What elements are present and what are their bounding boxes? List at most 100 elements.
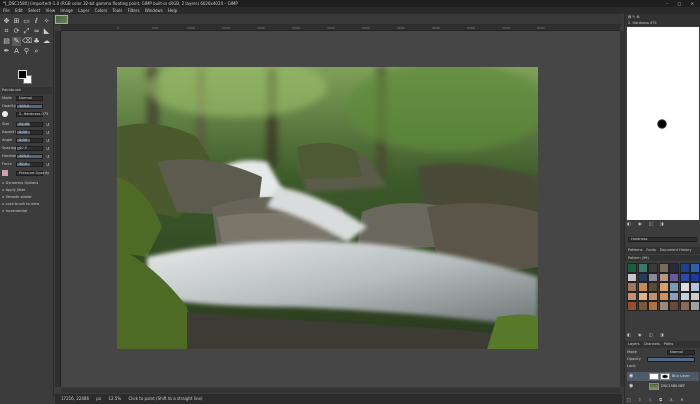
menu-view[interactable]: View: [46, 8, 56, 13]
menu-file[interactable]: File: [3, 8, 10, 13]
mode-select[interactable]: Normal: [16, 96, 43, 101]
close-button[interactable]: ✕: [691, 1, 698, 6]
minimize-button[interactable]: –: [666, 1, 672, 6]
eraser-icon[interactable]: ⌫: [22, 37, 32, 46]
dynamics-thumb-icon[interactable]: [2, 170, 8, 176]
zoom-select[interactable]: 12.5%: [108, 396, 121, 401]
pattern-swatch[interactable]: [679, 263, 690, 273]
reset-icon[interactable]: ↺: [46, 129, 49, 136]
opacity-slider[interactable]: 100.0: [16, 104, 43, 109]
tab-layers[interactable]: Layers: [628, 341, 640, 348]
fuzzy-select-icon[interactable]: ✧: [42, 17, 51, 26]
layer-opacity-slider[interactable]: [647, 357, 695, 362]
pattern-swatch[interactable]: [669, 301, 679, 311]
rotate-tool-icon[interactable]: ⟳: [12, 27, 21, 36]
brush-filter-field[interactable]: Hardness: [628, 237, 697, 242]
eye-icon[interactable]: ◉: [629, 382, 633, 391]
pattern-swatch[interactable]: [679, 301, 690, 311]
pattern-swatch[interactable]: [658, 272, 669, 282]
gradient-tool-icon[interactable]: ▤: [2, 37, 11, 46]
pattern-swatch[interactable]: [690, 291, 700, 301]
brush-thumb-icon[interactable]: [2, 111, 8, 117]
checkbox-row[interactable]: ▫ Apply Jitter: [2, 187, 52, 194]
zoom-tool-icon[interactable]: ⌕: [32, 47, 41, 56]
pattern-swatch[interactable]: [627, 263, 637, 273]
unit-select[interactable]: px: [96, 396, 101, 401]
pattern-swatch[interactable]: [648, 272, 658, 282]
move-tool-icon[interactable]: ✥: [2, 17, 11, 26]
layer-actions[interactable]: ▢ ⇧ ⇩ ⧉ ⚓ ✕: [627, 397, 687, 402]
pattern-swatch[interactable]: [669, 291, 679, 301]
pattern-swatch[interactable]: [637, 263, 648, 273]
tab-fonts[interactable]: Fonts: [646, 247, 655, 254]
menu-edit[interactable]: Edit: [15, 8, 23, 13]
option-slider[interactable]: 50.0: [16, 162, 43, 167]
pattern-swatch[interactable]: [648, 301, 658, 311]
menu-windows[interactable]: Windows: [145, 8, 163, 13]
pattern-swatch[interactable]: [690, 272, 700, 282]
pattern-swatch[interactable]: [637, 272, 648, 282]
free-select-icon[interactable]: ℓ: [32, 17, 41, 26]
pattern-swatch[interactable]: [669, 272, 679, 282]
pattern-swatch[interactable]: [669, 263, 679, 273]
pattern-swatch[interactable]: [658, 282, 669, 292]
reset-icon[interactable]: ↺: [46, 137, 49, 144]
pattern-swatch[interactable]: [690, 301, 700, 311]
pattern-swatch[interactable]: [648, 291, 658, 301]
layer-item-blur[interactable]: ◉ Blur Layer: [627, 372, 699, 381]
dynamics-field[interactable]: Pressure Opacity: [16, 171, 49, 176]
menu-image[interactable]: Image: [60, 8, 73, 13]
maximize-button[interactable]: □: [678, 1, 686, 6]
reset-icon[interactable]: ↺: [46, 161, 49, 168]
tab-patterns[interactable]: Patterns: [628, 247, 642, 254]
warp-tool-icon[interactable]: ≈: [32, 27, 41, 36]
pattern-swatch[interactable]: [627, 272, 637, 282]
smudge-tool-icon[interactable]: ☁: [42, 37, 51, 46]
menu-colors[interactable]: Colors: [95, 8, 108, 13]
layer-mode-select[interactable]: Normal: [667, 350, 695, 355]
pattern-swatch[interactable]: [658, 301, 669, 311]
image-tab[interactable]: [55, 15, 68, 24]
layer-item-nef[interactable]: ◉ DSC1580.NEF: [627, 382, 699, 391]
paintbrush-icon[interactable]: ✎: [12, 37, 21, 46]
brush-name-field[interactable]: 2. Hardness 075: [16, 112, 48, 117]
checkbox-row[interactable]: ▫ Lock brush to view: [2, 201, 52, 208]
pattern-swatch[interactable]: [627, 301, 637, 311]
option-slider[interactable]: 0.00: [16, 138, 43, 143]
image-canvas[interactable]: [117, 67, 538, 349]
pattern-swatch[interactable]: [679, 291, 690, 301]
pattern-swatch[interactable]: [637, 282, 648, 292]
scale-tool-icon[interactable]: ⤢: [22, 27, 31, 36]
reset-icon[interactable]: ↺: [46, 153, 49, 160]
pattern-swatch[interactable]: [648, 282, 658, 292]
checkbox-row[interactable]: ▫ Smooth stroke: [2, 194, 52, 201]
bucket-fill-icon[interactable]: ◣: [42, 27, 51, 36]
clone-tool-icon[interactable]: ♣: [32, 37, 41, 46]
crop-tool-icon[interactable]: ⌗: [2, 27, 11, 36]
tab-document-history[interactable]: Document History: [660, 247, 692, 254]
pattern-swatch[interactable]: [637, 301, 648, 311]
tab-paths[interactable]: Paths: [664, 341, 674, 348]
brush-preview[interactable]: [627, 27, 699, 220]
option-slider[interactable]: 10.0: [16, 146, 43, 151]
pattern-swatch[interactable]: [679, 282, 690, 292]
menu-select[interactable]: Select: [28, 8, 40, 13]
reset-icon[interactable]: ↺: [46, 145, 49, 152]
menu-layer[interactable]: Layer: [78, 8, 89, 13]
align-tool-icon[interactable]: ⊞: [12, 17, 21, 26]
reset-icon[interactable]: ↺: [46, 121, 49, 128]
pattern-swatch[interactable]: [658, 291, 669, 301]
pattern-swatch[interactable]: [627, 282, 637, 292]
checkbox-row[interactable]: ▫ Incremental: [2, 208, 52, 215]
pattern-swatch[interactable]: [690, 282, 700, 292]
pattern-swatch[interactable]: [648, 263, 658, 273]
tab-channels[interactable]: Channels: [644, 341, 660, 348]
rect-select-icon[interactable]: ▭: [22, 17, 31, 26]
option-slider[interactable]: 0.00: [16, 130, 43, 135]
paths-tool-icon[interactable]: ✒: [2, 47, 11, 56]
color-picker-icon[interactable]: ⚲: [22, 47, 31, 56]
text-tool-icon[interactable]: A: [12, 47, 21, 56]
option-slider[interactable]: 51.00: [16, 122, 43, 127]
menu-tools[interactable]: Tools: [112, 8, 122, 13]
horizontal-scrollbar[interactable]: [61, 388, 620, 393]
